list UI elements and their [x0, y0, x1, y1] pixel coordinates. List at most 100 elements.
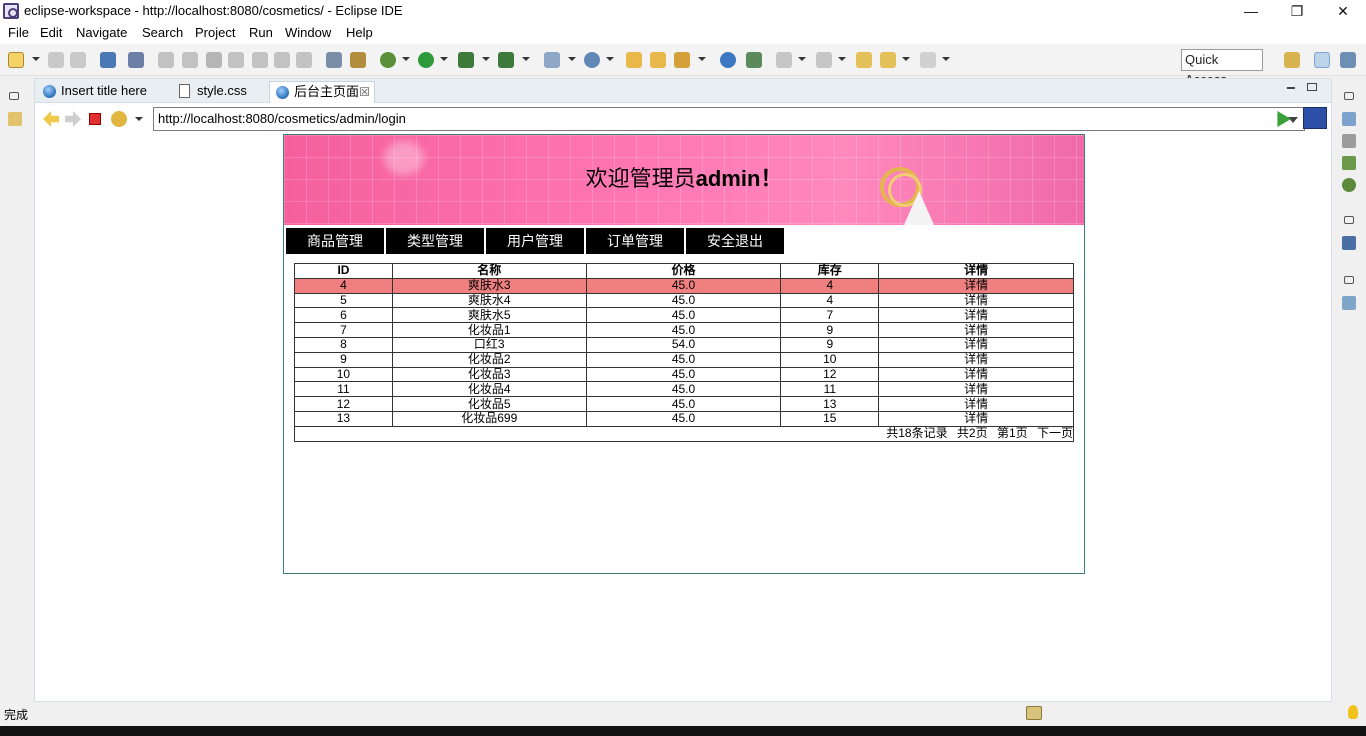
url-input[interactable]: http://localhost:8080/cosmetics/admin/lo…: [153, 107, 1305, 131]
restore-button[interactable]: ❐: [1274, 0, 1320, 22]
menu-help[interactable]: Help: [346, 25, 373, 40]
restore-view-icon[interactable]: [9, 92, 19, 100]
terminal-icon[interactable]: [100, 52, 116, 68]
next-page-link[interactable]: 下一页: [1037, 426, 1073, 440]
table-row[interactable]: 10 化妆品3 45.0 12 详情: [294, 366, 1074, 383]
last-edit-icon[interactable]: [856, 52, 872, 68]
close-tab-icon[interactable]: ☒: [359, 82, 370, 102]
new-class-dropdown-icon[interactable]: [606, 57, 614, 61]
url-history-dropdown-icon[interactable]: [1288, 117, 1298, 123]
resume-icon[interactable]: [158, 52, 174, 68]
detail-link[interactable]: 详情: [878, 396, 1074, 412]
restore-servers-icon[interactable]: [1344, 276, 1354, 284]
minimize-button[interactable]: —: [1228, 0, 1274, 22]
detail-link[interactable]: 详情: [878, 351, 1074, 368]
browser-forward-icon[interactable]: [65, 111, 81, 127]
step-return-icon[interactable]: [296, 52, 312, 68]
debug-view-icon[interactable]: [1342, 178, 1356, 192]
browser-back-icon[interactable]: [43, 111, 59, 127]
detail-link[interactable]: 详情: [878, 366, 1074, 383]
table-row[interactable]: 9 化妆品2 45.0 10 详情: [294, 351, 1074, 368]
next-annotation-icon[interactable]: [776, 52, 792, 68]
detail-link[interactable]: 详情: [878, 336, 1074, 353]
nav-user-management[interactable]: 用户管理: [486, 228, 584, 254]
junit-icon[interactable]: [1342, 156, 1356, 170]
detail-link[interactable]: 详情: [878, 277, 1074, 294]
menu-project[interactable]: Project: [195, 25, 235, 40]
annotation-icon[interactable]: [746, 52, 762, 68]
table-row[interactable]: 5 爽肤水4 45.0 4 详情: [294, 292, 1074, 309]
menu-edit[interactable]: Edit: [40, 25, 62, 40]
external-tools-dropdown-icon[interactable]: [522, 57, 530, 61]
minimize-editor-icon[interactable]: [1287, 87, 1295, 89]
new-java-project-icon[interactable]: [544, 52, 560, 68]
search-dropdown-icon[interactable]: [698, 57, 706, 61]
restore-console-icon[interactable]: [1344, 216, 1354, 224]
search-tool-icon[interactable]: [674, 52, 690, 68]
detail-link[interactable]: 详情: [878, 381, 1074, 398]
nav-order-management[interactable]: 订单管理: [586, 228, 684, 254]
new-class-icon[interactable]: [584, 52, 600, 68]
menu-run[interactable]: Run: [249, 25, 273, 40]
browser-stop-icon[interactable]: [89, 113, 101, 125]
terminate-icon[interactable]: [206, 52, 222, 68]
table-row[interactable]: 6 爽肤水5 45.0 7 详情: [294, 307, 1074, 324]
new-dropdown-icon[interactable]: [32, 57, 40, 61]
save-icon[interactable]: [48, 52, 64, 68]
detail-link[interactable]: 详情: [878, 292, 1074, 309]
run-server-dropdown-icon[interactable]: [482, 57, 490, 61]
table-row[interactable]: 12 化妆品5 45.0 13 详情: [294, 396, 1074, 412]
browser-refresh-dropdown-icon[interactable]: [135, 117, 143, 121]
nav-type-management[interactable]: 类型管理: [386, 228, 484, 254]
tab-style-css[interactable]: style.css: [173, 81, 263, 103]
menu-window[interactable]: Window: [285, 25, 331, 40]
servers-icon[interactable]: [1342, 296, 1356, 310]
close-window-button[interactable]: ✕: [1320, 0, 1366, 22]
table-row[interactable]: 13 化妆品699 45.0 15 详情: [294, 410, 1074, 427]
java-perspective-icon[interactable]: [1340, 52, 1356, 68]
table-row[interactable]: 8 口红3 54.0 9 详情: [294, 336, 1074, 353]
detail-link[interactable]: 详情: [878, 322, 1074, 338]
run-server-icon[interactable]: [458, 52, 474, 68]
next-annotation-dropdown-icon[interactable]: [798, 57, 806, 61]
eclipse-browser-icon[interactable]: [1303, 107, 1327, 129]
step-into-icon[interactable]: [252, 52, 268, 68]
disconnect-icon[interactable]: [228, 52, 244, 68]
detail-link[interactable]: 详情: [878, 410, 1074, 427]
progress-view-icon[interactable]: [1026, 706, 1042, 720]
table-row[interactable]: 7 化妆品1 45.0 9 详情: [294, 322, 1074, 338]
quick-access-input[interactable]: Quick Access: [1181, 49, 1263, 87]
table-row[interactable]: 11 化妆品4 45.0 11 详情: [294, 381, 1074, 398]
tab-insert-title[interactable]: Insert title here: [37, 81, 165, 103]
restore-outline-icon[interactable]: [1344, 92, 1354, 100]
project-explorer-icon[interactable]: [8, 112, 22, 126]
open-task-icon[interactable]: [650, 52, 666, 68]
browser-refresh-icon[interactable]: [111, 111, 127, 127]
nav-product-management[interactable]: 商品管理: [286, 228, 384, 254]
console-icon[interactable]: [1342, 236, 1356, 250]
new-java-dropdown-icon[interactable]: [568, 57, 576, 61]
run-icon[interactable]: [418, 52, 434, 68]
prev-annotation-icon[interactable]: [816, 52, 832, 68]
step-over-icon[interactable]: [274, 52, 290, 68]
external-tools-icon[interactable]: [498, 52, 514, 68]
suspend-icon[interactable]: [182, 52, 198, 68]
menu-navigate[interactable]: Navigate: [76, 25, 127, 40]
open-type-icon[interactable]: [626, 52, 642, 68]
menu-search[interactable]: Search: [142, 25, 183, 40]
tab-admin-home[interactable]: 后台主页面 ☒: [269, 81, 375, 103]
forward-icon[interactable]: [920, 52, 936, 68]
open-perspective-icon[interactable]: [1284, 52, 1300, 68]
back-dropdown-icon[interactable]: [902, 57, 910, 61]
web-browser-icon[interactable]: [720, 52, 736, 68]
detail-link[interactable]: 详情: [878, 307, 1074, 324]
table-row[interactable]: 4 爽肤水3 45.0 4 详情: [294, 277, 1074, 294]
save-all-icon[interactable]: [70, 52, 86, 68]
debug-dropdown-icon[interactable]: [402, 57, 410, 61]
back-icon[interactable]: [880, 52, 896, 68]
new-icon[interactable]: [8, 52, 24, 68]
debug-icon[interactable]: [380, 52, 396, 68]
use-step-filters-icon[interactable]: [350, 52, 366, 68]
skip-breakpoints-icon[interactable]: [128, 52, 144, 68]
menu-file[interactable]: File: [8, 25, 29, 40]
